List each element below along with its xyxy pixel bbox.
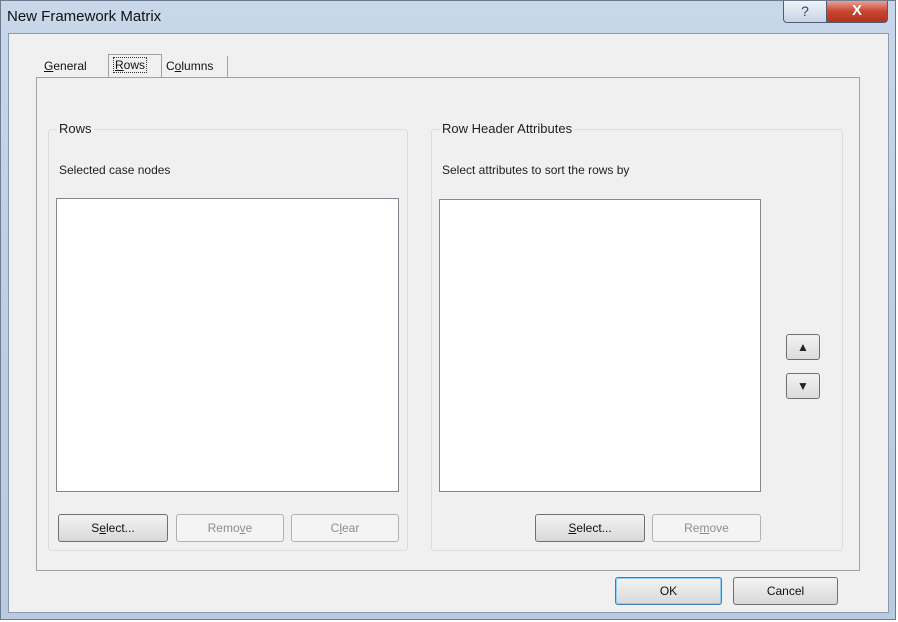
tab-rows-label: ows [123,58,146,72]
rows-caption: Selected case nodes [59,163,171,177]
arrow-up-icon: ▲ [797,340,809,354]
rows-remove-pre: Remo [207,521,240,535]
sort-attributes-list[interactable] [439,199,761,492]
title-bar: New Framework Matrix ? X [1,1,895,33]
help-button[interactable]: ? [783,1,827,23]
close-icon: X [851,2,862,19]
rows-clear-post: ear [342,521,360,535]
attrs-select-button[interactable]: Select... [535,514,645,542]
tab-columns-label: lumns [181,59,214,73]
cancel-button[interactable]: Cancel [733,577,838,605]
move-up-button[interactable]: ▲ [786,334,820,360]
window-title: New Framework Matrix [7,8,162,25]
rows-select-post: lect... [106,521,135,535]
attrs-group-title: Row Header Attributes [440,121,575,136]
move-down-button[interactable]: ▼ [786,373,820,399]
attrs-remove-button[interactable]: Remove [652,514,761,542]
rows-clear-button[interactable]: Clear [291,514,399,542]
tab-general-label: eneral [53,59,87,73]
tab-general-mnemonic: G [44,59,54,73]
tab-columns[interactable]: Columns [162,56,228,78]
attrs-caption: Select attributes to sort the rows by [442,163,630,177]
attrs-remove-pre: Re [684,521,700,535]
ok-button[interactable]: OK [615,577,722,605]
attrs-select-post: elect... [576,521,612,535]
rows-tab-page: Rows Selected case nodes Select... Remov… [36,77,860,571]
rows-group-title: Rows [57,121,94,136]
selected-case-nodes-list[interactable] [56,198,399,492]
tab-rows[interactable]: Rows [108,54,162,78]
rows-remove-button[interactable]: Remove [176,514,284,542]
tab-rows-focus: Rows [113,57,148,73]
close-button[interactable]: X [826,1,888,23]
tab-rows-mnemonic: R [115,58,124,72]
help-icon: ? [801,3,809,19]
tab-columns-prefix: C [166,59,175,73]
attrs-remove-post: ove [709,521,729,535]
rows-remove-post: e [245,521,253,535]
rows-select-button[interactable]: Select... [58,514,168,542]
attrs-remove-mnemonic: m [699,521,710,535]
arrow-down-icon: ▼ [797,379,809,393]
tab-general[interactable]: General [40,56,108,78]
rows-select-mnemonic: e [99,521,106,535]
